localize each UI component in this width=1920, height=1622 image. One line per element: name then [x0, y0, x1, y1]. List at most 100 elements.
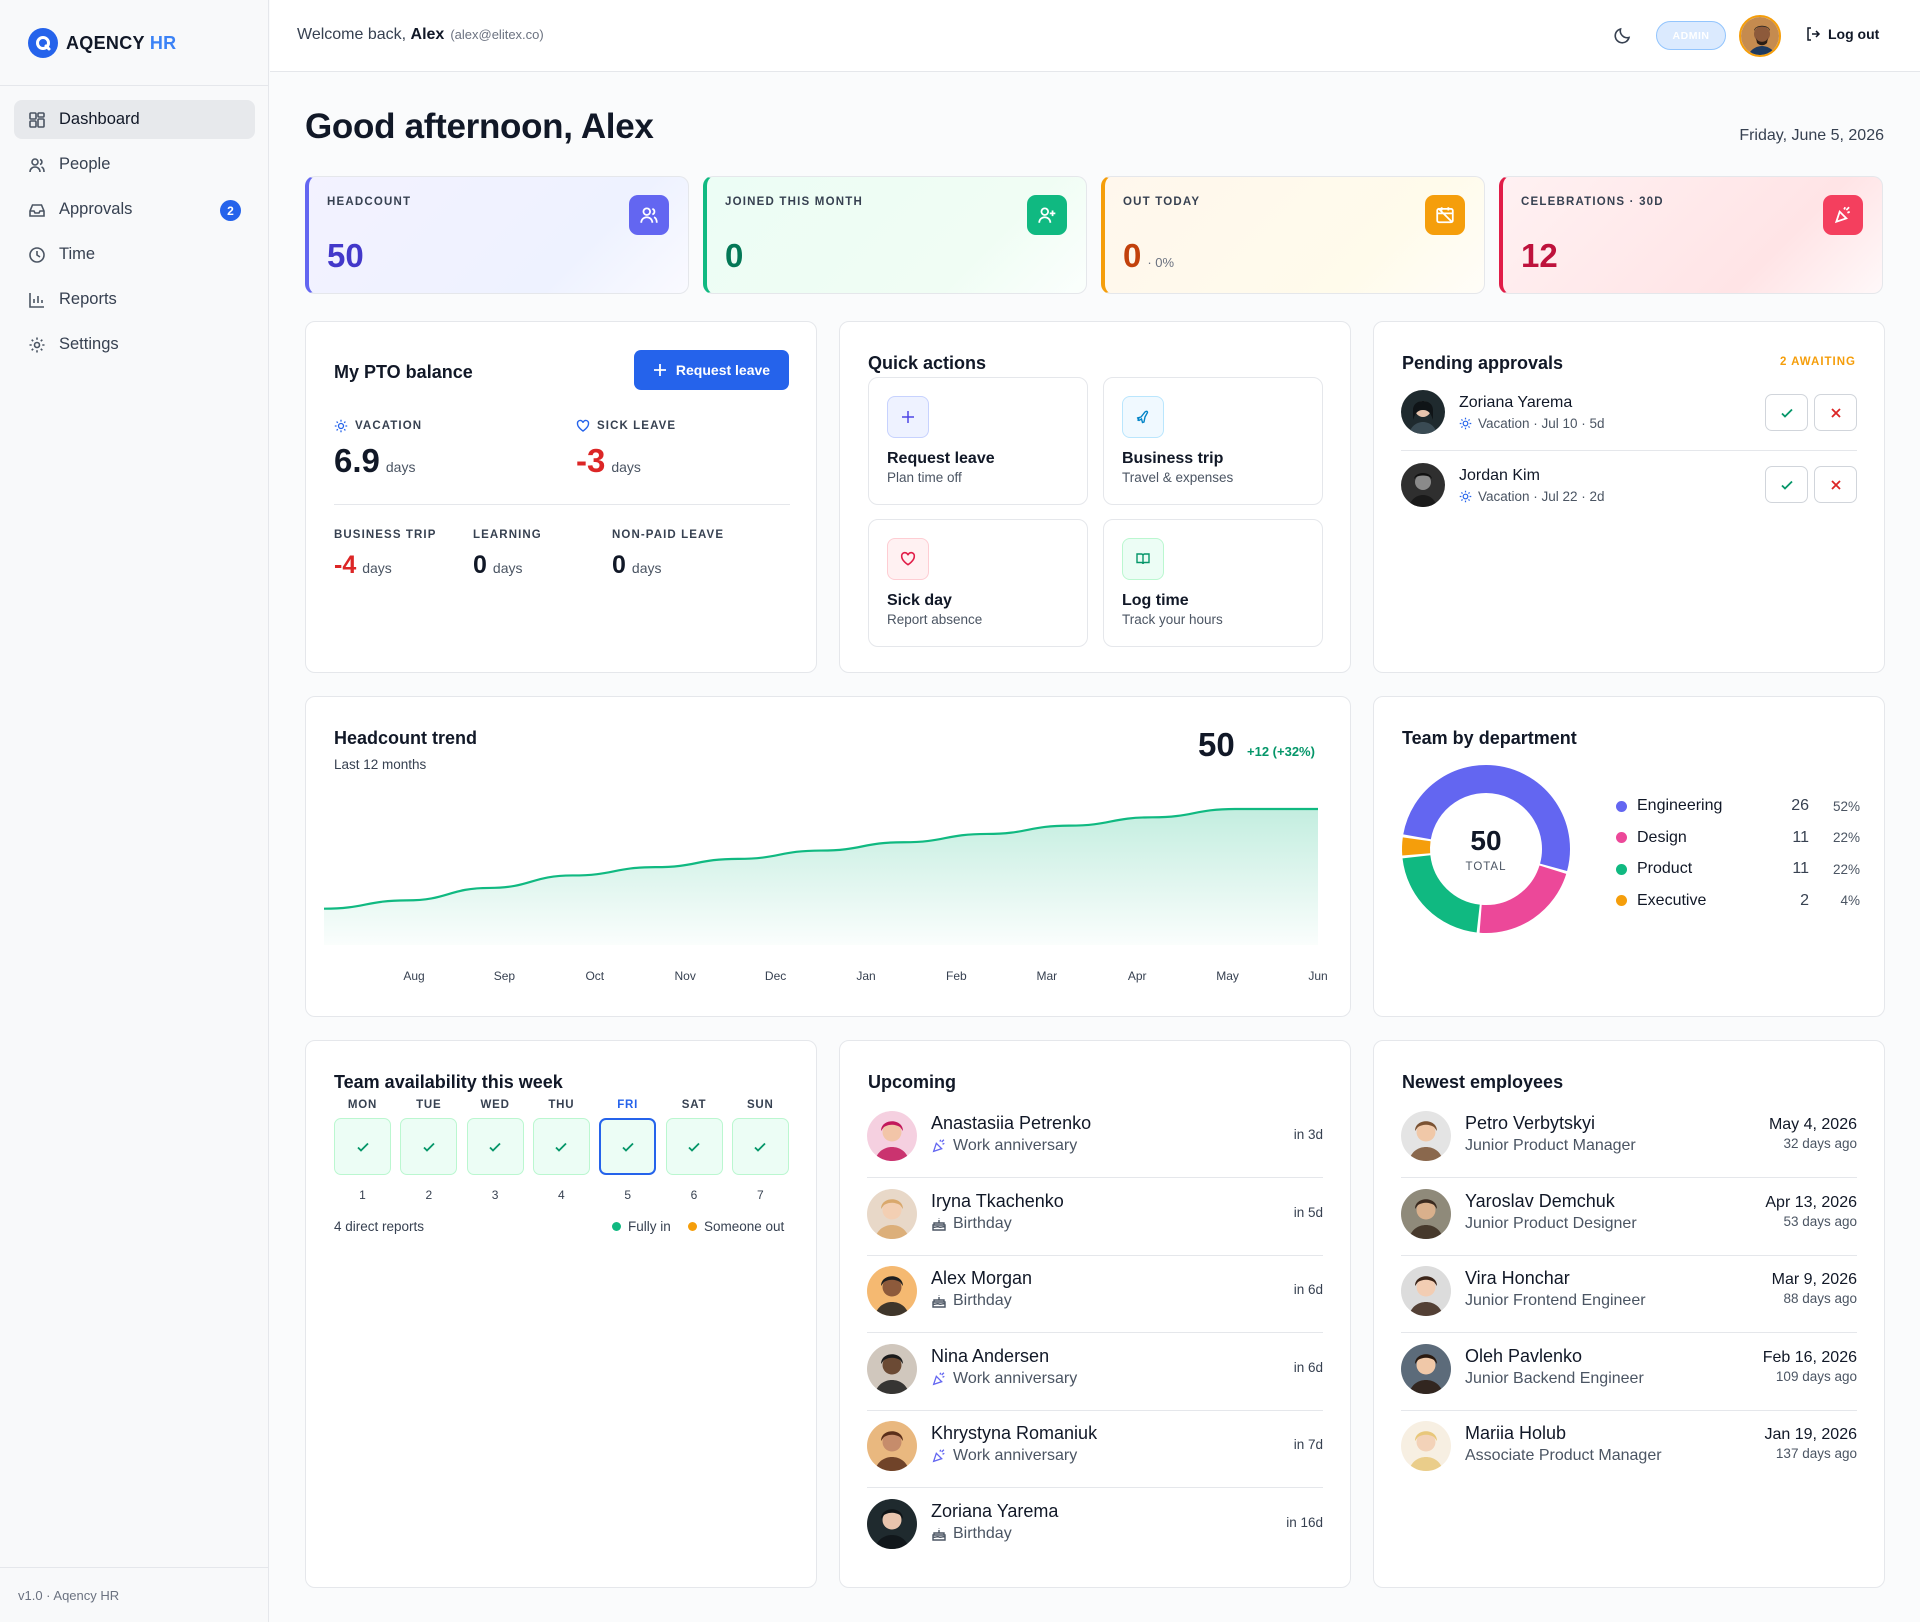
pto-balance-card: My PTO balance Request leave VACATION 6.… — [305, 321, 817, 673]
awaiting-count: 2 AWAITING — [1779, 356, 1856, 368]
sidebar-item-reports[interactable]: Reports — [14, 280, 255, 319]
quick-action-request-leave[interactable]: Request leave Plan time off — [868, 377, 1088, 505]
sidebar-item-label: Time — [59, 245, 96, 263]
reject-button[interactable] — [1814, 394, 1857, 431]
welcome-message: Welcome back, Alex (alex@elitex.co) — [297, 26, 544, 43]
stat-value: 0 — [725, 237, 744, 274]
day-wed[interactable]: WED 3 — [466, 1099, 524, 1202]
sidebar-item-dashboard[interactable]: Dashboard — [14, 100, 255, 139]
quick-action-log-time[interactable]: Log time Track your hours — [1103, 519, 1323, 647]
cake-icon — [932, 1218, 946, 1231]
check-icon — [688, 1142, 700, 1152]
day-fri[interactable]: FRI 5 — [599, 1099, 657, 1202]
upcoming-item[interactable]: Zoriana Yarema Birthday in 16d — [867, 1491, 1323, 1569]
check-icon — [1780, 408, 1793, 418]
stat-card-celebrations[interactable]: CELEBRATIONS · 30D 12 — [1499, 176, 1883, 294]
day-number: 5 — [624, 1188, 632, 1202]
avatar — [867, 1343, 917, 1394]
logout-button[interactable]: Log out — [1805, 26, 1879, 42]
person-name: Alex Morgan — [931, 1268, 1033, 1288]
chart-title: Team by department — [1402, 728, 1577, 748]
divider — [334, 504, 790, 505]
sidebar-item-label: People — [59, 155, 111, 173]
quick-action-subtitle: Travel & expenses — [1122, 470, 1234, 485]
event-countdown: in 5d — [1293, 1204, 1323, 1220]
legend-fully-in: Fully in — [612, 1219, 671, 1234]
quick-action-sick-day[interactable]: Sick day Report absence — [868, 519, 1088, 647]
team-by-department-card: Team by department 50 TOTAL Engineering 2… — [1373, 696, 1885, 1017]
legend-dot — [1616, 895, 1627, 906]
day-mon[interactable]: MON 1 — [334, 1099, 391, 1202]
theme-toggle-moon-icon[interactable] — [1612, 24, 1634, 46]
check-icon — [423, 1142, 435, 1152]
upcoming-item[interactable]: Anastasiia Petrenko Work anniversary in … — [867, 1103, 1323, 1181]
sidebar-item-people[interactable]: People — [14, 145, 255, 184]
reject-button[interactable] — [1814, 466, 1857, 503]
approve-button[interactable] — [1765, 466, 1808, 503]
days-since-hire: 32 days ago — [1783, 1136, 1857, 1151]
app-logo[interactable]: AQENCY HR — [28, 28, 176, 58]
legend-count: 11 — [1792, 860, 1809, 877]
sick-leave-label: SICK LEAVE — [576, 419, 676, 433]
stat-card-headcount[interactable]: HEADCOUNT 50 — [305, 176, 689, 294]
employee-item[interactable]: Vira Honchar Junior Frontend Engineer Ma… — [1401, 1258, 1857, 1336]
legend-item-product: Product 11 22% — [1616, 857, 1860, 881]
sidebar-item-label: Settings — [59, 335, 119, 353]
employee-name: Yaroslav Demchuk — [1465, 1190, 1615, 1211]
upcoming-item[interactable]: Khrystyna Romaniuk Work anniversary in 7… — [867, 1413, 1323, 1491]
sidebar-item-time[interactable]: Time — [14, 235, 255, 274]
upcoming-item[interactable]: Alex Morgan Birthday in 6d — [867, 1258, 1323, 1336]
availability-cell — [532, 1118, 590, 1175]
sidebar-item-settings[interactable]: Settings — [14, 325, 255, 364]
legend-dot — [1616, 863, 1627, 875]
user-avatar[interactable] — [1739, 15, 1781, 57]
legend-count: 11 — [1792, 828, 1809, 846]
day-name: FRI — [617, 1099, 639, 1111]
day-number: 2 — [425, 1188, 433, 1202]
upcoming-item[interactable]: Nina Andersen Work anniversary in 6d — [867, 1336, 1323, 1414]
app-version: v1.0 · Aqency HR — [18, 1588, 120, 1603]
event-countdown: in 3d — [1293, 1127, 1323, 1142]
employee-name: Oleh Pavlenko — [1465, 1345, 1583, 1366]
request-leave-button[interactable]: Request leave — [634, 350, 789, 390]
sun-icon — [1459, 417, 1472, 430]
requester-name: Jordan Kim — [1459, 467, 1540, 484]
sidebar-item-approvals[interactable]: Approvals 2 — [14, 190, 255, 229]
quick-action-business-trip[interactable]: Business trip Travel & expenses — [1103, 377, 1323, 505]
availability-cell — [731, 1118, 789, 1175]
divider — [867, 1254, 1323, 1256]
approval-request: Jordan Kim Vacation · Jul 22 · 2d — [1401, 459, 1857, 529]
stat-card-out-today[interactable]: OUT TODAY 0 · 0% — [1101, 176, 1485, 294]
business-trip-label: BUSINESS TRIP — [334, 529, 437, 541]
x-tick-label: Aug — [403, 969, 424, 983]
dashboard-icon — [29, 111, 45, 128]
divider — [1401, 1332, 1857, 1333]
day-name: WED — [480, 1099, 510, 1111]
sidebar-item-label: Reports — [59, 290, 117, 308]
approve-button[interactable] — [1765, 394, 1808, 431]
employee-item[interactable]: Petro Verbytskyi Junior Product Manager … — [1401, 1103, 1857, 1181]
current-date: Friday, June 5, 2026 — [1739, 127, 1884, 144]
day-number: 6 — [690, 1188, 698, 1202]
divider — [1401, 1409, 1857, 1411]
x-tick-label: Feb — [946, 969, 967, 983]
day-sat[interactable]: SAT 6 — [665, 1099, 723, 1202]
sidebar-item-label: Approvals — [59, 200, 133, 218]
day-sun[interactable]: SUN 7 — [731, 1099, 789, 1202]
x-tick-label: Dec — [765, 969, 786, 983]
stat-card-joined[interactable]: JOINED THIS MONTH 0 — [703, 176, 1087, 294]
legend-label: Engineering — [1637, 797, 1723, 814]
upcoming-item[interactable]: Iryna Tkachenko Birthday in 5d — [867, 1181, 1323, 1259]
cake-icon — [932, 1528, 946, 1541]
sidebar-item-label: Dashboard — [59, 110, 140, 128]
employee-item[interactable]: Mariia Holub Associate Product Manager J… — [1401, 1413, 1857, 1491]
employee-item[interactable]: Oleh Pavlenko Junior Backend Engineer Fe… — [1401, 1336, 1857, 1414]
logo-icon — [28, 28, 58, 58]
quick-action-title: Sick day — [887, 592, 952, 609]
avatar — [1401, 1111, 1451, 1161]
quick-action-subtitle: Plan time off — [887, 470, 962, 485]
day-thu[interactable]: THU 4 — [532, 1099, 590, 1202]
employee-item[interactable]: Yaroslav Demchuk Junior Product Designer… — [1401, 1181, 1857, 1259]
card-title: My PTO balance — [334, 362, 473, 382]
day-tue[interactable]: TUE 2 — [400, 1099, 458, 1202]
